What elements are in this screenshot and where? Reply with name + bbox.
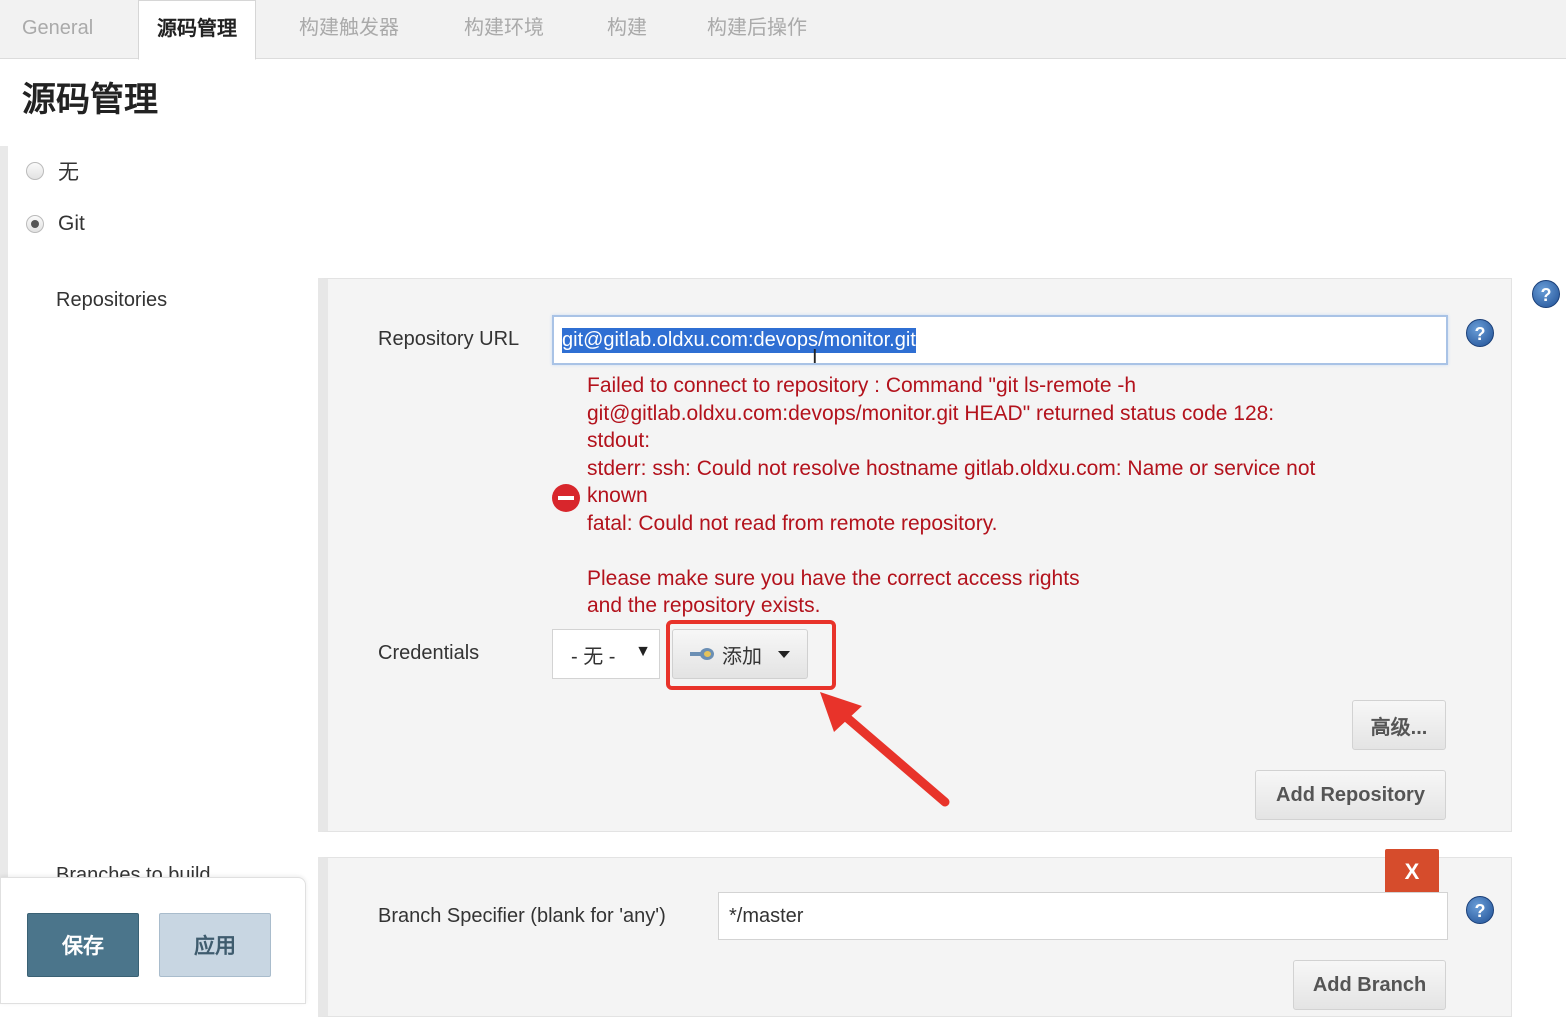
annotation-arrow-icon xyxy=(820,692,950,807)
tab-bar: General 源码管理 构建触发器 构建环境 构建 构建后操作 xyxy=(0,0,1566,60)
save-button[interactable]: 保存 xyxy=(27,913,139,977)
repository-error-message: Failed to connect to repository : Comman… xyxy=(587,374,1316,617)
tab-build[interactable]: 构建 xyxy=(607,0,647,58)
text-cursor-icon: I xyxy=(812,346,818,368)
scm-option-none[interactable]: 无 xyxy=(26,156,79,186)
radio-none-label: 无 xyxy=(58,161,79,184)
radio-git-label: Git xyxy=(58,212,85,235)
delete-branch-button[interactable]: X xyxy=(1385,849,1439,895)
section-indent-rule xyxy=(0,146,8,906)
branch-specifier-label: Branch Specifier (blank for 'any') xyxy=(378,905,666,927)
apply-button[interactable]: 应用 xyxy=(159,913,271,977)
section-title: 源码管理 xyxy=(22,81,158,119)
tab-build-triggers[interactable]: 构建触发器 xyxy=(299,0,399,58)
credentials-label: Credentials xyxy=(378,642,480,664)
repository-url-value: git@gitlab.oldxu.com:devops/monitor.git xyxy=(562,327,916,353)
error-icon xyxy=(552,484,580,512)
tab-general[interactable]: General xyxy=(22,0,93,58)
branch-specifier-input[interactable]: */master xyxy=(718,892,1448,940)
branch-specifier-help-icon[interactable]: ? xyxy=(1466,896,1494,924)
advanced-button[interactable]: 高级... xyxy=(1352,700,1446,750)
credentials-select[interactable]: - 无 - ▼ xyxy=(552,629,660,679)
git-help-icon[interactable]: ? xyxy=(1532,280,1560,308)
tab-build-environment[interactable]: 构建环境 xyxy=(464,0,544,58)
scm-option-git[interactable]: Git xyxy=(26,209,85,239)
tab-post-build-actions[interactable]: 构建后操作 xyxy=(707,0,807,58)
repository-url-help-icon[interactable]: ? xyxy=(1466,319,1494,347)
repositories-label: Repositories xyxy=(56,289,168,311)
add-branch-button[interactable]: Add Branch xyxy=(1293,960,1446,1010)
radio-git[interactable] xyxy=(26,215,44,233)
add-repository-button[interactable]: Add Repository xyxy=(1255,770,1446,820)
dropdown-arrow-icon: ▼ xyxy=(635,643,651,660)
repository-url-label: Repository URL xyxy=(378,328,520,350)
repository-url-input[interactable]: git@gitlab.oldxu.com:devops/monitor.git xyxy=(552,315,1448,365)
radio-none[interactable] xyxy=(26,162,44,180)
credentials-selected-value: - 无 - xyxy=(571,645,616,668)
tab-source-code-management[interactable]: 源码管理 xyxy=(138,0,256,60)
